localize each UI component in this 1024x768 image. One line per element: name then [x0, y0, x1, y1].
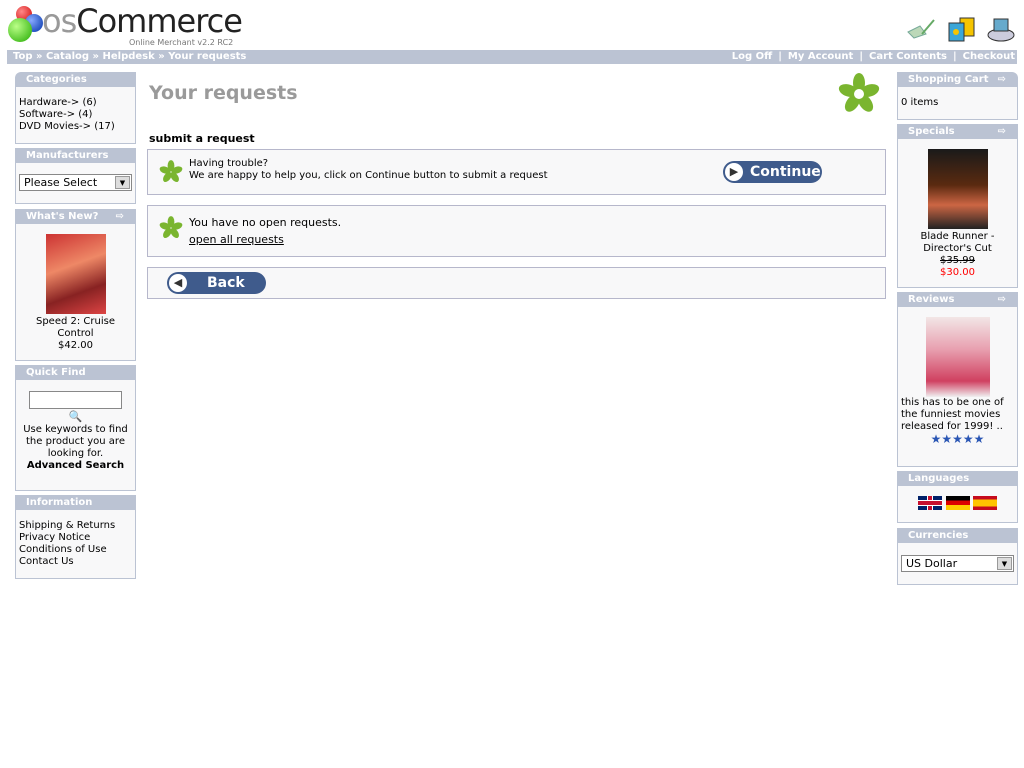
shopping-cart-box: Shopping Cart ⇨ 0 items — [897, 72, 1018, 120]
categories-title: Categories — [15, 72, 136, 87]
search-icon[interactable]: 🔍 — [19, 411, 132, 423]
manufacturers-box: Manufacturers Please Select ▼ — [15, 148, 136, 204]
specials-title: Specials — [908, 126, 955, 137]
breadcrumb-catalog[interactable]: Catalog — [46, 51, 89, 62]
continue-button[interactable]: ▶ Continue — [723, 161, 822, 183]
breadcrumb-top[interactable]: Top — [13, 51, 33, 62]
flag-germany-icon[interactable] — [945, 496, 970, 510]
review-text[interactable]: this has to be one of the funniest movie… — [901, 397, 1014, 433]
my-account-link[interactable]: My Account — [788, 51, 853, 62]
arrow-right-icon: ▶ — [725, 163, 743, 181]
currency-select-value: US Dollar — [906, 557, 958, 570]
product-image-blade-runner[interactable] — [927, 149, 988, 229]
back-label: Back — [207, 275, 245, 291]
continue-label: Continue — [750, 164, 821, 180]
breadcrumb-separator: » — [158, 51, 165, 62]
whats-new-box: What's New? ⇨ Speed 2: Cruise Control $42… — [15, 209, 136, 361]
currencies-box: Currencies US Dollar ▼ — [897, 528, 1018, 585]
whats-new-product-name[interactable]: Speed 2: Cruise Control — [19, 316, 132, 340]
navigation-bar: Top » Catalog » Helpdesk » Your requests… — [7, 50, 1017, 64]
reviews-box: Reviews ⇨ this has to be one of the funni… — [897, 292, 1018, 467]
breadcrumb: Top » Catalog » Helpdesk » Your requests — [13, 50, 246, 64]
languages-title: Languages — [897, 471, 1018, 486]
product-image-theres-something-about-mary[interactable] — [925, 317, 990, 397]
oscommerce-logo[interactable]: osCommerce Online Merchant v2.2 RC2 — [8, 2, 248, 48]
submit-request-panel: Having trouble? We are happy to help you… — [147, 149, 886, 195]
quick-find-help: Use keywords to find the product you are… — [23, 424, 128, 459]
quick-find-title: Quick Find — [15, 365, 136, 380]
category-software[interactable]: Software-> (4) — [19, 109, 132, 121]
arrow-left-icon: ◀ — [169, 274, 187, 292]
helpdesk-flower-icon — [836, 72, 882, 119]
specials-box: Specials ⇨ Blade Runner - Director's Cut … — [897, 124, 1018, 288]
breadcrumb-separator: » — [92, 51, 99, 62]
helpdesk-flower-icon — [159, 216, 183, 239]
whats-new-title: What's New? — [26, 211, 99, 222]
helpdesk-flower-icon — [159, 160, 183, 183]
currency-select[interactable]: US Dollar ▼ — [901, 555, 1014, 572]
languages-box: Languages — [897, 471, 1018, 523]
conditions-of-use-link[interactable]: Conditions of Use — [19, 544, 132, 556]
arrow-right-icon[interactable]: ⇨ — [998, 292, 1006, 307]
category-dvd-movies[interactable]: DVD Movies-> (17) — [19, 121, 132, 133]
category-hardware[interactable]: Hardware-> (6) — [19, 97, 132, 109]
specials-new-price: $30.00 — [940, 267, 975, 278]
checkout-pen-icon[interactable] — [906, 14, 936, 42]
shopping-bags-icon[interactable] — [946, 14, 976, 42]
open-all-requests-link[interactable]: open all requests — [189, 233, 284, 246]
breadcrumb-separator: » — [36, 51, 43, 62]
specials-product-name[interactable]: Blade Runner - Director's Cut — [901, 231, 1014, 255]
breadcrumb-your-requests[interactable]: Your requests — [168, 51, 246, 62]
manufacturers-select[interactable]: Please Select ▼ — [19, 174, 132, 191]
advanced-search-link[interactable]: Advanced Search — [19, 460, 132, 472]
arrow-right-icon[interactable]: ⇨ — [116, 209, 124, 224]
quick-find-box: Quick Find 🔍 Use keywords to find the pr… — [15, 365, 136, 491]
contact-us-link[interactable]: Contact Us — [19, 556, 132, 568]
rating-stars-icon: ★★★★★ — [930, 432, 985, 446]
chevron-down-icon: ▼ — [997, 557, 1012, 570]
no-requests-text: You have no open requests. — [189, 216, 342, 229]
logo-tagline: Online Merchant v2.2 RC2 — [129, 38, 234, 47]
chevron-down-icon: ▼ — [115, 176, 130, 189]
log-off-link[interactable]: Log Off — [732, 51, 772, 62]
quick-find-input[interactable] — [29, 391, 122, 409]
account-icon[interactable] — [986, 14, 1016, 42]
back-panel: ◀ Back — [147, 267, 886, 299]
section-heading: submit a request — [149, 132, 255, 145]
arrow-right-icon[interactable]: ⇨ — [998, 72, 1006, 87]
shopping-cart-title: Shopping Cart — [908, 74, 989, 85]
categories-box: Categories Hardware-> (6) Software-> (4)… — [15, 72, 136, 144]
checkout-link[interactable]: Checkout — [963, 51, 1015, 62]
information-title: Information — [15, 495, 136, 510]
manufacturers-select-value: Please Select — [24, 176, 98, 189]
information-box: Information Shipping & Returns Privacy N… — [15, 495, 136, 579]
open-requests-panel: You have no open requests. open all requ… — [147, 205, 886, 257]
shipping-returns-link[interactable]: Shipping & Returns — [19, 520, 132, 532]
flag-uk-icon[interactable] — [918, 496, 943, 510]
link-separator: | — [953, 51, 957, 62]
flag-spain-icon[interactable] — [972, 496, 997, 510]
link-separator: | — [859, 51, 863, 62]
reviews-title: Reviews — [908, 294, 955, 305]
trouble-text: We are happy to help you, click on Conti… — [189, 170, 548, 181]
logo-text: osCommerce — [42, 2, 243, 40]
page-title: Your requests — [149, 82, 298, 104]
manufacturers-title: Manufacturers — [15, 148, 136, 163]
currencies-title: Currencies — [897, 528, 1018, 543]
trouble-heading: Having trouble? — [189, 158, 269, 169]
back-button[interactable]: ◀ Back — [167, 272, 266, 294]
link-separator: | — [778, 51, 782, 62]
cart-count: 0 items — [897, 87, 1018, 120]
privacy-notice-link[interactable]: Privacy Notice — [19, 532, 132, 544]
whats-new-product-price: $42.00 — [58, 340, 93, 351]
breadcrumb-helpdesk[interactable]: Helpdesk — [102, 51, 154, 62]
product-image-speed-2[interactable] — [45, 234, 106, 314]
specials-old-price: $35.99 — [940, 255, 975, 266]
arrow-right-icon[interactable]: ⇨ — [998, 124, 1006, 139]
cart-contents-link[interactable]: Cart Contents — [869, 51, 947, 62]
